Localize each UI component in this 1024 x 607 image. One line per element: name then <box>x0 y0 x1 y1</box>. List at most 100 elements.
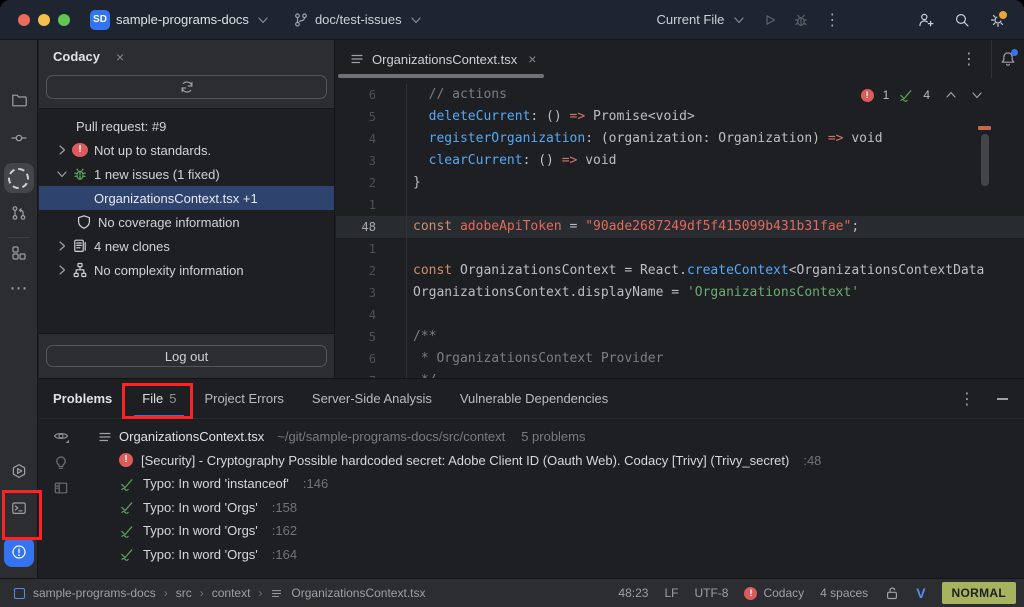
code-line[interactable]: 3OrganizationsContext.displayName = 'Org… <box>336 282 1024 304</box>
project-selector[interactable]: SD sample-programs-docs <box>90 10 271 30</box>
line-number: 4 <box>336 128 407 150</box>
code-line[interactable]: 2const OrganizationsContext = React.crea… <box>336 260 1024 282</box>
codacy-tree-item[interactable]: !Not up to standards. <box>39 138 334 162</box>
codacy-panel: Codacy × Pull request: #9!Not up to stan… <box>39 40 335 378</box>
run-configuration-selector[interactable]: Current File <box>656 12 747 28</box>
close-tab-button[interactable]: × <box>528 51 536 67</box>
statusbar: sample-programs-docs›src›context›Organiz… <box>0 578 1024 607</box>
debug-button[interactable] <box>793 12 809 28</box>
code-line[interactable]: 4 registerOrganization: (organization: O… <box>336 128 1024 150</box>
caret-position[interactable]: 48:23 <box>618 586 648 600</box>
code-line[interactable]: 3 clearCurrent: () => void <box>336 150 1024 172</box>
breadcrumb-item[interactable]: OrganizationsContext.tsx <box>291 586 425 600</box>
problems-panel-title: Problems <box>53 379 112 418</box>
vim-icon[interactable]: V <box>916 585 925 601</box>
tab-file[interactable]: File5 <box>128 379 190 418</box>
chevron-collapsed-icon[interactable] <box>54 262 70 278</box>
problem-row[interactable]: Typo: In word 'instanceof':146 <box>39 472 1024 496</box>
editor-tab[interactable]: OrganizationsContext.tsx × <box>336 40 546 78</box>
file-encoding[interactable]: UTF-8 <box>694 586 728 600</box>
code-line[interactable]: 6 * OrganizationsContext Provider <box>336 348 1024 370</box>
code-with-me-button[interactable] <box>918 12 934 28</box>
problems-file-row[interactable]: OrganizationsContext.tsx ~/git/sample-pr… <box>39 425 1024 449</box>
problem-row[interactable]: ![Security] - Cryptography Possible hard… <box>39 449 1024 473</box>
code-line[interactable]: 2} <box>336 172 1024 194</box>
codacy-tool-button[interactable] <box>4 163 34 193</box>
codacy-tree-item[interactable]: 1 new issues (1 fixed) <box>39 162 334 186</box>
close-panel-button[interactable]: × <box>116 50 124 64</box>
line-number: 4 <box>336 304 407 326</box>
code-line[interactable]: 4 <box>336 304 1024 326</box>
editor-tabbar: OrganizationsContext.tsx × ⋮ <box>336 40 1024 78</box>
code-line[interactable]: 1 <box>336 238 1024 260</box>
notifications-button[interactable] <box>991 40 1024 78</box>
problem-row[interactable]: Typo: In word 'Orgs':164 <box>39 543 1024 567</box>
code-line[interactable]: 5 deleteCurrent: () => Promise<void> <box>336 106 1024 128</box>
inspections-widget[interactable]: ! 1 4 <box>861 87 985 103</box>
problems-toolbar <box>39 428 83 496</box>
previous-problem-button[interactable] <box>943 87 959 103</box>
quick-fix-button[interactable] <box>53 454 69 470</box>
complexity-icon <box>72 262 88 278</box>
zoom-window-button[interactable] <box>58 14 70 26</box>
tab-project-errors[interactable]: Project Errors <box>190 379 297 418</box>
logout-button[interactable]: Log out <box>46 345 327 367</box>
unlock-icon[interactable] <box>884 585 900 601</box>
breadcrumb-item[interactable]: src <box>176 586 192 600</box>
tab-vulnerable-dependencies[interactable]: Vulnerable Dependencies <box>446 379 622 418</box>
problem-row[interactable]: Typo: In word 'Orgs':162 <box>39 519 1024 543</box>
refresh-button[interactable] <box>46 75 327 99</box>
code-line[interactable]: 7 */ <box>336 370 1024 378</box>
codacy-status[interactable]: ! Codacy <box>744 586 804 600</box>
view-options-button[interactable] <box>53 428 69 444</box>
next-problem-button[interactable] <box>969 87 985 103</box>
indent-style[interactable]: 4 spaces <box>820 586 868 600</box>
breadcrumb-item[interactable]: sample-programs-docs <box>33 586 156 600</box>
more-tool-windows-button[interactable]: ⋯ <box>10 280 28 298</box>
problems-options-button[interactable]: ⋮ <box>959 391 975 407</box>
hide-panel-button[interactable] <box>997 398 1008 400</box>
line-separator[interactable]: LF <box>664 586 678 600</box>
codacy-tree-item[interactable]: 4 new clones <box>39 234 334 258</box>
problem-row[interactable]: Typo: In word 'Orgs':158 <box>39 496 1024 520</box>
codacy-tree-item[interactable]: No complexity information <box>39 258 334 282</box>
codacy-tree-item[interactable]: No coverage information <box>39 210 334 234</box>
code-line-current[interactable]: 48const adobeApiToken = "90ade2687249df5… <box>336 216 1024 238</box>
commit-tool-button[interactable] <box>11 130 27 146</box>
project-tool-button[interactable] <box>11 92 27 108</box>
typo-count: 4 <box>923 88 930 102</box>
search-everywhere-button[interactable] <box>954 12 970 28</box>
terminal-tool-button[interactable] <box>11 500 27 516</box>
codacy-icon <box>8 168 29 189</box>
run-button[interactable] <box>762 12 778 28</box>
tab-server-side-analysis[interactable]: Server-Side Analysis <box>298 379 446 418</box>
code-area[interactable]: ! 1 4 6 // actions5 deleteCurrent: () =>… <box>336 78 1024 378</box>
structure-tool-button[interactable] <box>11 245 27 261</box>
pull-requests-tool-button[interactable] <box>11 205 27 221</box>
project-badge: SD <box>90 10 110 30</box>
chevron-expanded-icon[interactable] <box>54 166 70 182</box>
editor-options-button[interactable]: ⋮ <box>961 51 977 67</box>
minimize-window-button[interactable] <box>38 14 50 26</box>
code-line[interactable]: 5/** <box>336 326 1024 348</box>
branch-selector[interactable]: doc/test-issues <box>293 12 424 28</box>
line-number: 1 <box>336 238 407 260</box>
breadcrumb-item[interactable]: context <box>212 586 251 600</box>
chevron-collapsed-icon[interactable] <box>54 238 70 254</box>
codacy-tree-item[interactable]: OrganizationsContext.tsx +1 <box>39 186 334 210</box>
editor-scrollbar[interactable] <box>981 134 989 186</box>
chevron-collapsed-icon[interactable] <box>54 142 70 158</box>
preview-source-button[interactable] <box>53 480 69 496</box>
close-window-button[interactable] <box>18 14 30 26</box>
tree-item-label: 4 new clones <box>94 239 170 254</box>
scrollbar-error-mark[interactable] <box>978 126 991 130</box>
codacy-tree-item[interactable]: Pull request: #9 <box>39 114 334 138</box>
settings-button[interactable] <box>990 12 1006 28</box>
problems-tool-button[interactable] <box>4 537 34 567</box>
problem-line-number: :164 <box>272 547 297 562</box>
error-icon: ! <box>72 143 88 157</box>
services-tool-button[interactable] <box>11 463 27 479</box>
more-actions-button[interactable]: ⋮ <box>824 12 840 28</box>
chevron-down-icon <box>255 12 271 28</box>
code-line[interactable]: 1 <box>336 194 1024 216</box>
